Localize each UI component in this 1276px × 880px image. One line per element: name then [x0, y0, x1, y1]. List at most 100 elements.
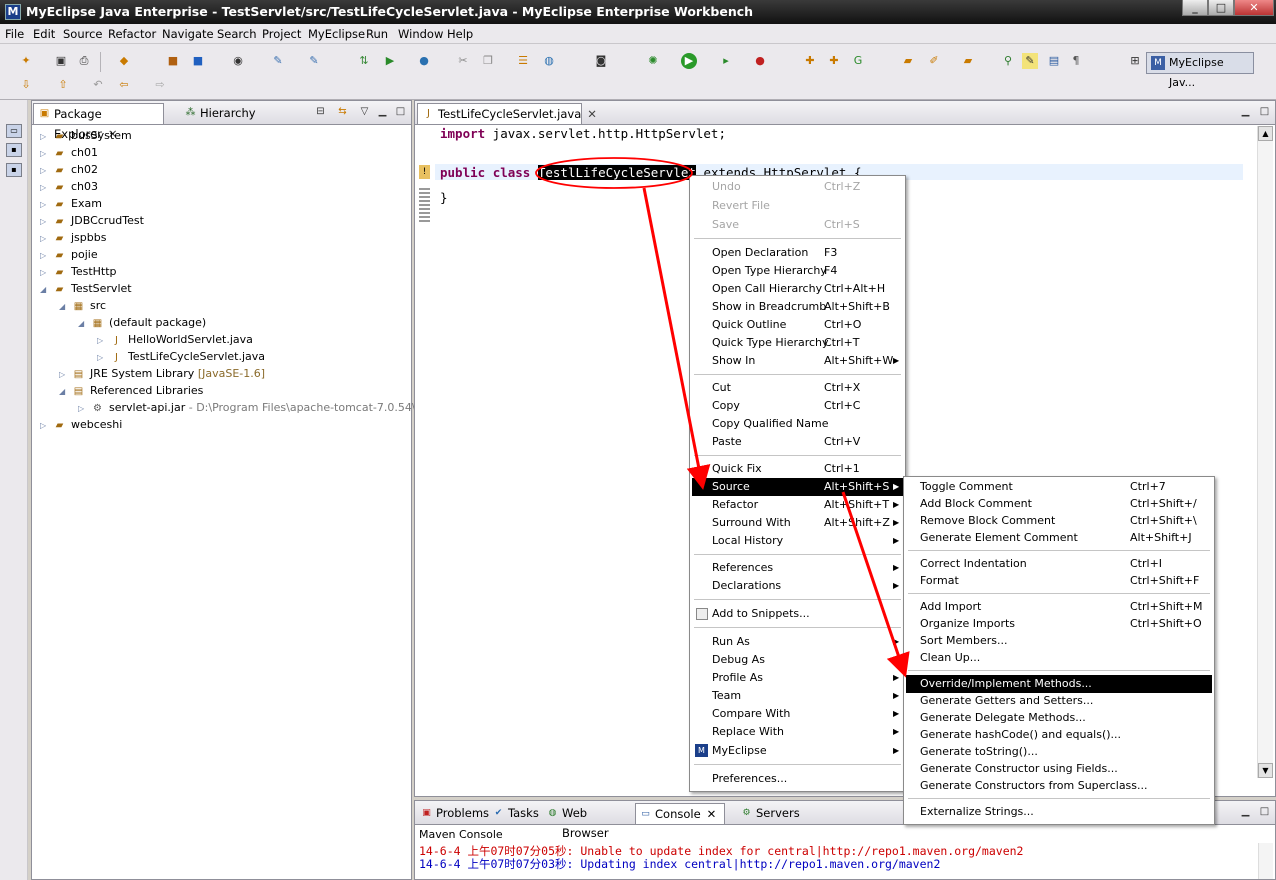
navigator-icon[interactable]: ▪	[6, 163, 22, 177]
next-annotation-icon[interactable]: ⇩	[18, 77, 34, 93]
tab-console[interactable]: ▭ Console ✕	[635, 803, 725, 824]
menu-item-copy-qualified-name[interactable]: Copy Qualified Name	[692, 415, 903, 433]
tab-package-explorer[interactable]: ▣ Package Explorer ✕	[33, 103, 164, 141]
tree-item-ch02[interactable]: ▷ ▰ ch02	[40, 161, 98, 178]
menu-item-sort-members[interactable]: Sort Members...	[906, 632, 1212, 650]
menu-item-paste[interactable]: Paste Ctrl+V	[692, 433, 903, 451]
menu-project[interactable]: Project	[262, 27, 301, 41]
print-icon[interactable]: ⎙	[76, 53, 92, 69]
menu-item-add-block-comment[interactable]: Add Block Comment Ctrl+Shift+/	[906, 495, 1212, 513]
minimize-editor-icon[interactable]: ▁	[1239, 106, 1252, 118]
web-project-icon[interactable]: ✎	[270, 53, 286, 69]
menu-help[interactable]: Help	[447, 27, 473, 41]
tree-item-pojie[interactable]: ▷ ▰ pojie	[40, 246, 98, 263]
tree-item-exam[interactable]: ▷ ▰ Exam	[40, 195, 102, 212]
menu-item-add-import[interactable]: Add Import Ctrl+Shift+M	[906, 598, 1212, 616]
tree-item-helloworldservlet[interactable]: ▷ J HelloWorldServlet.java	[97, 331, 253, 348]
menu-item-remove-block-comment[interactable]: Remove Block Comment Ctrl+Shift+\	[906, 512, 1212, 530]
menu-item-myeclipse[interactable]: M MyEclipse ▶	[692, 742, 903, 760]
menu-item-generate-constructor-fields[interactable]: Generate Constructor using Fields...	[906, 760, 1212, 778]
scroll-up-icon[interactable]: ▲	[1258, 126, 1273, 141]
new-icon[interactable]: ✦	[18, 53, 34, 69]
menu-item-preferences[interactable]: Preferences...	[692, 770, 903, 788]
expand-arrow-icon[interactable]: ▷	[97, 332, 109, 349]
jre-icon[interactable]: ◉	[230, 53, 246, 69]
menu-item-team[interactable]: Team ▶	[692, 687, 903, 705]
forward-icon[interactable]: ⇨	[152, 77, 168, 93]
tag-icon[interactable]: ✐	[926, 53, 942, 69]
tree-item-webceshi[interactable]: ▷ ▰ webceshi	[40, 416, 122, 433]
tab-problems[interactable]: ▣ Problems	[417, 803, 489, 824]
menu-myeclipse[interactable]: MyEclipse	[308, 27, 365, 41]
highlight-icon[interactable]: ✎	[1022, 53, 1038, 69]
expand-arrow-icon[interactable]: ▷	[40, 179, 52, 196]
run-icon[interactable]: ▶	[681, 53, 697, 69]
maximize-view-icon[interactable]: □	[394, 106, 407, 118]
menu-item-save[interactable]: Save Ctrl+S	[692, 216, 903, 234]
expand-arrow-icon[interactable]: ▷	[40, 230, 52, 247]
expand-arrow-icon[interactable]: ▷	[59, 366, 71, 383]
tree-item-ch03[interactable]: ▷ ▰ ch03	[40, 178, 98, 195]
expand-arrow-icon[interactable]: ▷	[40, 213, 52, 230]
menu-item-show-in-breadcrumb[interactable]: Show in Breadcrumb Alt+Shift+B	[692, 298, 903, 316]
menu-item-run-as[interactable]: Run As ▶	[692, 633, 903, 651]
menu-item-debug-as[interactable]: Debug As ▶	[692, 651, 903, 669]
menu-item-local-history[interactable]: Local History ▶	[692, 532, 903, 550]
menu-item-add-to-snippets[interactable]: Add to Snippets...	[692, 605, 903, 623]
close-icon[interactable]: ✕	[707, 807, 717, 821]
help-search-icon[interactable]: ⚲	[1000, 53, 1016, 69]
menu-item-profile-as[interactable]: Profile As ▶	[692, 669, 903, 687]
tree-item-referenced-libraries[interactable]: ◢ ▤ Referenced Libraries	[59, 382, 203, 399]
copy-icon[interactable]: ❐	[480, 53, 496, 69]
menu-item-replace-with[interactable]: Replace With ▶	[692, 723, 903, 741]
menu-item-open-call-hierarchy[interactable]: Open Call Hierarchy Ctrl+Alt+H	[692, 280, 903, 298]
menu-item-references[interactable]: References ▶	[692, 559, 903, 577]
open-perspective-icon[interactable]: ⊞	[1127, 53, 1143, 69]
menu-item-externalize-strings[interactable]: Externalize Strings...	[906, 803, 1212, 821]
menu-item-open-declaration[interactable]: Open Declaration F3	[692, 244, 903, 262]
new-java-project-icon[interactable]: ◆	[116, 53, 132, 69]
menu-item-copy[interactable]: Copy Ctrl+C	[692, 397, 903, 415]
expand-arrow-icon[interactable]: ▷	[40, 128, 52, 145]
menu-item-generate-getters-setters[interactable]: Generate Getters and Setters...	[906, 692, 1212, 710]
restore-icon[interactable]: ▭	[6, 124, 22, 138]
globe-icon[interactable]: ◍	[541, 53, 557, 69]
menu-source[interactable]: Source	[63, 27, 103, 41]
menu-search[interactable]: Search	[217, 27, 257, 41]
editor-vertical-scrollbar[interactable]: ▲ ▼	[1257, 126, 1273, 778]
open-type-icon[interactable]: ■	[165, 53, 181, 69]
menu-window[interactable]: Window	[398, 27, 443, 41]
expand-arrow-icon[interactable]: ▷	[40, 264, 52, 281]
run-config-icon[interactable]: ▸	[718, 53, 734, 69]
tree-item-testhttp[interactable]: ▷ ▰ TestHttp	[40, 263, 117, 280]
scroll-down-icon[interactable]: ▼	[1258, 763, 1273, 778]
tab-web-browser[interactable]: ◍ Web Browser	[543, 803, 633, 840]
tree-item-src[interactable]: ◢ ▦ src	[59, 297, 106, 314]
menu-item-correct-indentation[interactable]: Correct Indentation Ctrl+I	[906, 555, 1212, 573]
menu-item-generate-delegate-methods[interactable]: Generate Delegate Methods...	[906, 709, 1212, 727]
menu-item-show-in[interactable]: Show In Alt+Shift+W ▶	[692, 352, 903, 370]
menu-item-quick-fix[interactable]: Quick Fix Ctrl+1	[692, 460, 903, 478]
expand-arrow-icon[interactable]: ▷	[78, 400, 90, 417]
expand-arrow-icon[interactable]: ▷	[40, 196, 52, 213]
tree-item-jre-system-library[interactable]: ▷ ▤ JRE System Library [JavaSE-1.6]	[59, 365, 265, 382]
back-icon[interactable]: ⇦	[116, 77, 132, 93]
tree-item-testservlet[interactable]: ◢ ▰ TestServlet	[40, 280, 132, 297]
debug-icon[interactable]: ✺	[645, 53, 661, 69]
minimize-button[interactable]: _	[1182, 0, 1208, 16]
browser-icon[interactable]: ●	[416, 53, 432, 69]
menu-run[interactable]: Run	[366, 27, 388, 41]
menu-item-generate-element-comment[interactable]: Generate Element Comment Alt+Shift+J	[906, 529, 1212, 547]
tree-item-default-package[interactable]: ◢ ▦ (default package)	[78, 314, 206, 331]
new-class-icon[interactable]: ✚	[826, 53, 842, 69]
tab-hierarchy[interactable]: ⁂ Hierarchy	[180, 103, 256, 124]
menu-file[interactable]: File	[5, 27, 24, 41]
menu-item-generate-hashcode-equals[interactable]: Generate hashCode() and equals()...	[906, 726, 1212, 744]
collapse-all-icon[interactable]: ⊟	[314, 106, 327, 118]
close-icon[interactable]: ✕	[587, 107, 597, 121]
show-whitespace-icon[interactable]: ¶	[1068, 53, 1084, 69]
collapse-arrow-icon[interactable]: ◢	[78, 315, 90, 332]
tree-item-jdbccrudtest[interactable]: ▷ ▰ JDBCcrudTest	[40, 212, 144, 229]
menu-item-generate-tostring[interactable]: Generate toString()...	[906, 743, 1212, 761]
folder-icon[interactable]: ▰	[960, 53, 976, 69]
